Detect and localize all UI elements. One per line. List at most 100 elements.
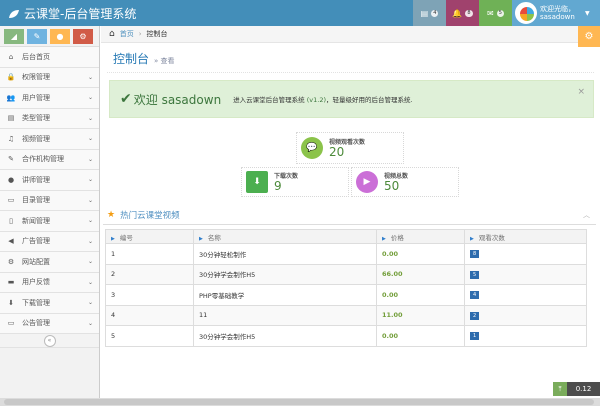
home-icon: ⌂	[109, 29, 115, 39]
notifications-badge: 8	[465, 9, 473, 17]
chevron-down-icon: ⌄	[87, 94, 93, 102]
sidebar-item-label: 公告管理	[22, 319, 50, 328]
horizontal-scrollbar[interactable]	[0, 398, 600, 406]
cell-views: 4	[464, 284, 587, 306]
sidebar-item-8[interactable]: ▯ 新闻管理 ⌄	[0, 211, 99, 232]
cell-views: 5	[464, 263, 587, 285]
sidebar-item-2[interactable]: 👥 用户管理 ⌄	[0, 88, 99, 109]
chevron-down-icon: ⌄	[87, 176, 93, 184]
sidebar-item-1[interactable]: 🔒 权限管理 ⌄	[0, 67, 99, 88]
cell-id: 4	[105, 304, 194, 326]
cell-price: 11.00	[376, 304, 465, 326]
sidebar-item-5[interactable]: ✎ 合作机构管理 ⌄	[0, 149, 99, 170]
chevron-down-icon: ⌄	[87, 299, 93, 307]
chevron-down-icon: ⌄	[87, 114, 93, 122]
views-badge: 5	[470, 270, 480, 279]
cell-id: 5	[105, 325, 194, 347]
edit-icon: ✎	[8, 155, 14, 164]
shortcut-pencil[interactable]: ✎	[27, 29, 47, 44]
views-badge: 1	[470, 332, 480, 341]
envelope-icon: ✉	[487, 8, 494, 18]
sidebar-item-label: 用户管理	[22, 93, 50, 102]
views-badge: 4	[470, 291, 480, 300]
sidebar-item-11[interactable]: ▬ 用户反馈 ⌄	[0, 272, 99, 293]
tasks-icon: ▤	[420, 8, 429, 18]
th-name[interactable]: ▶ 名称	[193, 229, 377, 244]
table-row: 5 30分钟学会制作H5 0.00 1	[105, 325, 587, 347]
brand-logo[interactable]: 云课堂-后台管理系统	[8, 5, 136, 22]
cell-id: 3	[105, 284, 194, 306]
chevron-up-icon[interactable]: ︿	[583, 210, 590, 220]
shortcut-signal[interactable]: ◢	[4, 29, 24, 44]
messages-badge: 5	[496, 9, 504, 17]
double-angle-left-icon: «	[43, 334, 56, 347]
cogs-icon: ⚙	[79, 32, 87, 41]
check-icon: ✔	[120, 91, 132, 107]
notifications-button[interactable]: 🔔 8	[446, 0, 479, 26]
cell-name: 30分钟学会制作H5	[193, 263, 377, 285]
zoom-indicator: 0.12	[567, 382, 600, 396]
cell-name: 11	[193, 304, 377, 326]
chevron-down-icon: ⌄	[87, 155, 93, 163]
avatar	[515, 2, 537, 24]
scroll-up-button[interactable]: ⤒	[553, 382, 567, 396]
breadcrumb-home[interactable]: 首页	[120, 29, 134, 39]
sidebar-item-0[interactable]: ⌂ 后台首页	[0, 47, 99, 68]
th-id[interactable]: ▶ 编号	[105, 229, 194, 244]
chevron-down-icon: ⌄	[87, 196, 93, 204]
stat-videos-value: 50	[384, 179, 400, 193]
alert-message-pre: 进入云课堂后台管理系统	[233, 96, 307, 104]
tasks-button[interactable]: ▤ 4	[413, 0, 446, 26]
alert-version: (v1.2)	[306, 96, 327, 104]
views-badge: 8	[470, 250, 480, 259]
sidebar-item-3[interactable]: ▤ 类型管理 ⌄	[0, 108, 99, 129]
user-menu[interactable]: 欢迎光临， sasadown ▼	[512, 0, 600, 26]
bell-icon: 🔔	[452, 8, 463, 18]
inbox-icon: ▬	[7, 278, 15, 287]
welcome-text: 欢迎	[133, 92, 158, 107]
sidebar-item-4[interactable]: ♫ 视频管理 ⌄	[0, 129, 99, 150]
caret-down-icon: ▼	[585, 9, 590, 17]
star-icon: ★	[107, 209, 116, 220]
sidebar-item-13[interactable]: ▭ 公告管理 ⌄	[0, 313, 99, 334]
gear-icon: ⚙	[584, 31, 594, 42]
document-icon: ▯	[9, 216, 13, 225]
credit-card-icon: ▭	[7, 319, 15, 328]
shortcut-cogs[interactable]: ⚙	[73, 29, 93, 44]
welcome-username: sasadown	[161, 92, 222, 107]
th-price[interactable]: ▶ 价格	[376, 229, 465, 244]
close-icon[interactable]: ×	[577, 87, 585, 97]
sidebar-collapse[interactable]: «	[0, 334, 99, 348]
stat-videos: ▶ 视频总数 50	[351, 167, 459, 197]
user-icon: ●	[7, 175, 15, 184]
cell-name: 30分钟学会制作H5	[193, 325, 377, 347]
users-icon: 👥	[6, 93, 16, 102]
welcome-alert: ✔ 欢迎 sasadown 进入云课堂后台管理系统 (v1.2)，轻量级好用的后…	[109, 80, 594, 118]
shortcut-group[interactable]: ●	[50, 29, 70, 44]
sidebar-item-6[interactable]: ● 讲师管理 ⌄	[0, 170, 99, 191]
download-icon: ⬇	[246, 171, 268, 193]
stat-downloads-value: 9	[274, 179, 282, 193]
sidebar-item-label: 视频管理	[22, 134, 50, 143]
th-views[interactable]: ▶ 观看次数	[464, 229, 587, 244]
sidebar-item-9[interactable]: ◀ 广告管理 ⌄	[0, 231, 99, 252]
sidebar-item-12[interactable]: ⬇ 下载管理 ⌄	[0, 293, 99, 314]
messages-button[interactable]: ✉ 5	[479, 0, 512, 26]
chevron-down-icon: ⌄	[87, 258, 93, 266]
file-icon: ▤	[7, 114, 15, 123]
sidebar-shortcuts: ◢ ✎ ● ⚙	[0, 26, 99, 47]
sidebar-item-7[interactable]: ▭ 目录管理 ⌄	[0, 190, 99, 211]
list-icon: ▭	[7, 196, 15, 205]
widget-title: 热门云课堂视频	[120, 210, 180, 221]
chevron-down-icon: ⌄	[87, 237, 93, 245]
music-icon: ♫	[7, 134, 15, 143]
group-icon: ●	[56, 32, 64, 41]
sidebar-item-label: 类型管理	[22, 114, 50, 123]
stat-views-value: 20	[329, 145, 345, 159]
page-title: 控制台	[113, 52, 150, 66]
table-row: 4 11 11.00 2	[105, 304, 587, 326]
cell-id: 1	[105, 243, 194, 265]
cell-price: 0.00	[376, 325, 465, 347]
tasks-badge: 4	[431, 9, 439, 17]
sidebar-item-10[interactable]: ⚙ 网站配置 ⌄	[0, 252, 99, 273]
